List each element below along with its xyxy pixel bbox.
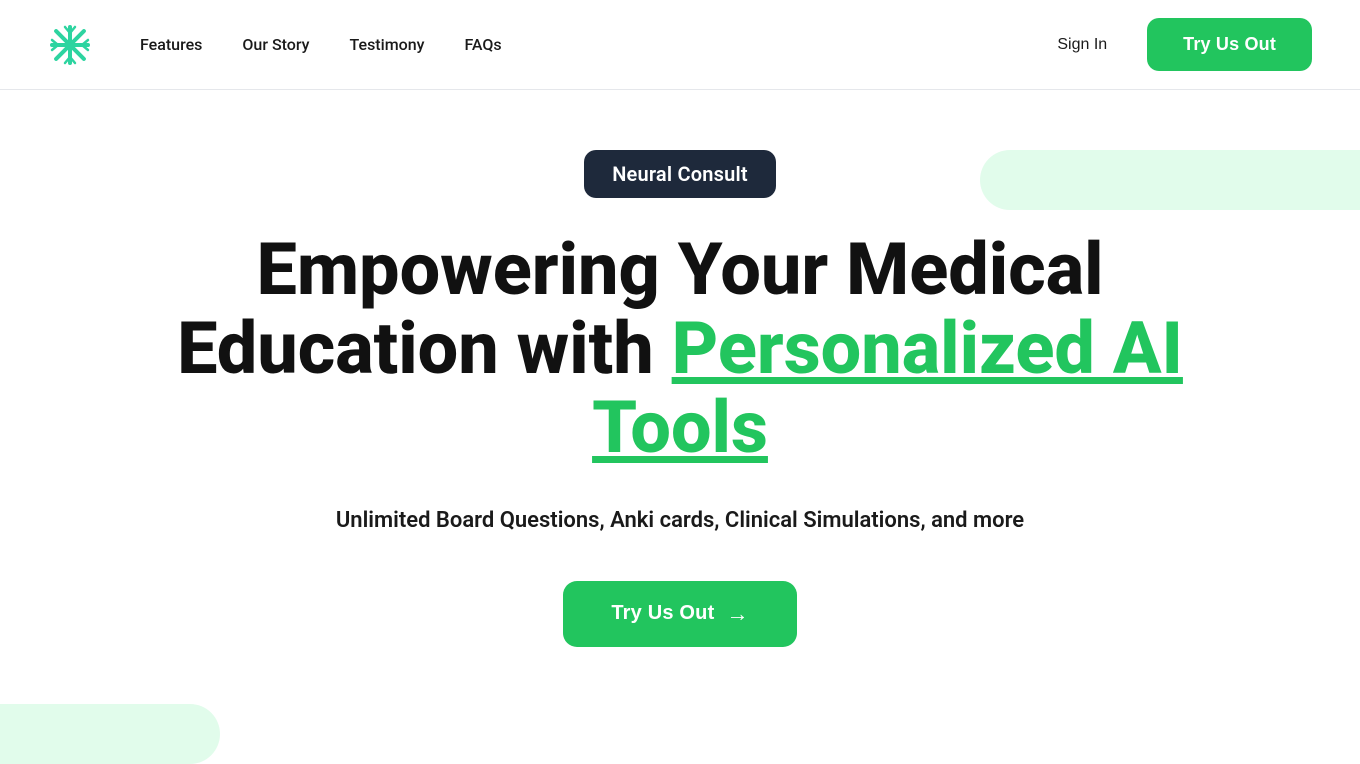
nav-item-testimony[interactable]: Testimony [350,35,425,54]
cta-label: Try Us Out [611,602,714,625]
nav-links: Features Our Story Testimony FAQs [140,35,502,54]
logo [48,23,92,67]
nav-link-faqs[interactable]: FAQs [464,35,501,54]
nav-link-testimony[interactable]: Testimony [350,35,425,54]
nav-link-our-story[interactable]: Our Story [242,35,309,54]
hero-section: Neural Consult Empowering Your Medical E… [0,90,1360,764]
decorative-blob-top-right [980,150,1360,210]
arrow-icon: → [726,601,748,627]
sign-in-button[interactable]: Sign In [1041,28,1123,62]
nav-item-our-story[interactable]: Our Story [242,35,309,54]
decorative-blob-bottom-left [0,704,220,764]
navbar: Features Our Story Testimony FAQs Sign I… [0,0,1360,90]
headline-colored: Personalized AI Tools [592,306,1183,470]
nav-left: Features Our Story Testimony FAQs [48,23,502,67]
nav-item-features[interactable]: Features [140,35,202,54]
logo-icon [48,23,92,67]
badge: Neural Consult [584,150,776,198]
hero-headline: Empowering Your Medical Education with P… [150,230,1210,468]
nav-link-features[interactable]: Features [140,35,202,54]
hero-subtitle: Unlimited Board Questions, Anki cards, C… [336,508,1024,533]
nav-right: Sign In Try Us Out [1041,18,1312,71]
try-us-out-nav-button[interactable]: Try Us Out [1147,18,1312,71]
nav-item-faqs[interactable]: FAQs [464,35,501,54]
try-us-out-cta-button[interactable]: Try Us Out → [563,581,796,647]
